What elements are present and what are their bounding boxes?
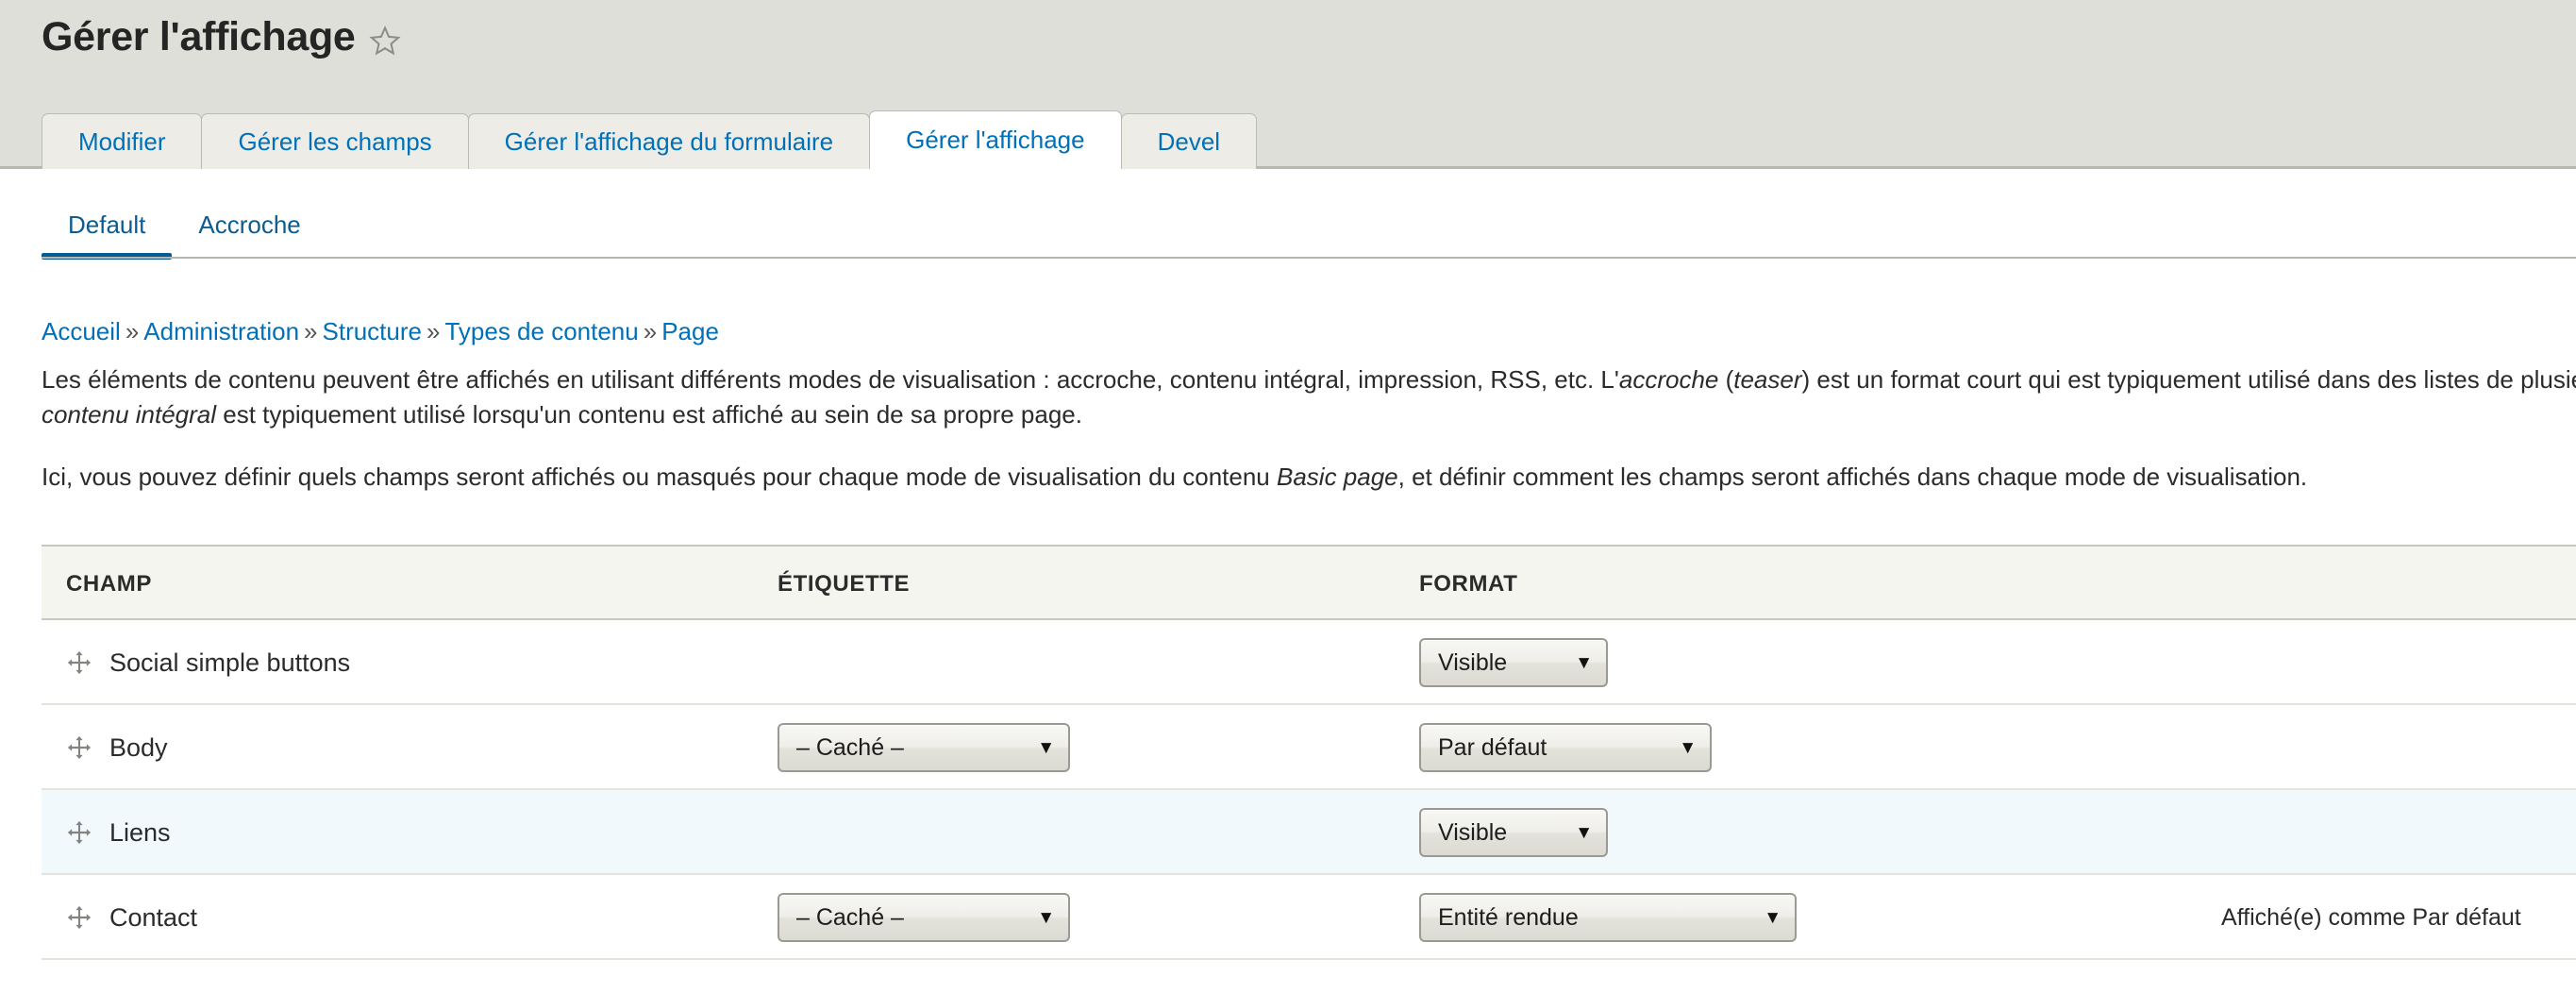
table-row: Body – Caché – ▼ Par défaut ▼ (42, 705, 2576, 790)
format-select[interactable]: Par défaut ▼ (1419, 723, 1712, 772)
breadcrumb-separator: » (643, 317, 658, 345)
tab-gerer-affichage[interactable]: Gérer l'affichage (869, 110, 1122, 169)
star-outline-icon[interactable] (368, 25, 401, 57)
format-select-value: Entité rendue (1438, 903, 1579, 931)
chevron-down-icon: ▼ (1575, 652, 1593, 673)
table-header-row: CHAMP ÉTIQUETTE FORMAT (42, 545, 2576, 620)
subtab-default[interactable]: Default (42, 210, 173, 260)
intro-p1-part-b: ( (1718, 365, 1734, 394)
primary-tabs: Modifier Gérer les champs Gérer l'affich… (42, 110, 1258, 169)
label-select[interactable]: – Caché – ▼ (778, 893, 1070, 942)
breadcrumb-item-types-de-contenu[interactable]: Types de contenu (444, 317, 638, 345)
breadcrumb: Accueil» Administration» Structure» Types d… (42, 317, 719, 346)
intro-p1-emphasis-teaser: teaser (1733, 365, 1802, 394)
secondary-tabs-rule (42, 257, 2576, 259)
intro-p2-part-a: Ici, vous pouvez définir quels champs se… (42, 463, 1277, 491)
intro-p2-emphasis-basic-page: Basic page (1276, 463, 1398, 491)
page-title: Gérer l'affichage (42, 14, 356, 59)
row-format-cell: Visible ▼ (1419, 790, 1608, 875)
field-name-label: Social simple buttons (109, 648, 351, 677)
tab-devel[interactable]: Devel (1120, 113, 1258, 169)
breadcrumb-item-structure[interactable]: Structure (323, 317, 423, 345)
secondary-tabs: Default Accroche (42, 200, 327, 260)
row-label-cell: – Caché – ▼ (778, 705, 1070, 790)
label-select-value: – Caché – (796, 903, 904, 931)
active-tab-baseline-cover (871, 166, 1120, 169)
drag-move-icon[interactable] (66, 734, 92, 761)
breadcrumb-item-accueil[interactable]: Accueil (42, 317, 121, 345)
column-header-champ: CHAMP (66, 571, 152, 597)
tab-modifier[interactable]: Modifier (42, 113, 203, 169)
field-display-table: CHAMP ÉTIQUETTE FORMAT Social simple but… (42, 545, 2576, 960)
intro-p1-part-a: Les éléments de contenu peuvent être aff… (42, 365, 1619, 394)
format-select-value: Visible (1438, 648, 1508, 676)
intro-p1-emphasis-accroche: accroche (1618, 365, 1719, 394)
label-select-value: – Caché – (796, 733, 904, 761)
field-name-label: Liens (109, 817, 171, 847)
row-format-cell: Par défaut ▼ (1419, 705, 1712, 790)
breadcrumb-item-page[interactable]: Page (661, 317, 719, 345)
intro-p1-emphasis-contenu-integral: contenu intégral (42, 399, 217, 429)
intro-p1-part-d: est typiquement utilisé lorsqu'un conten… (216, 399, 1082, 429)
drag-move-icon[interactable] (66, 649, 92, 676)
row-format-cell: Visible ▼ (1419, 620, 1608, 705)
drag-move-icon[interactable] (66, 819, 92, 846)
format-select-value: Visible (1438, 818, 1508, 846)
chevron-down-icon: ▼ (1575, 822, 1593, 843)
drag-move-icon[interactable] (66, 904, 92, 931)
table-row: Social simple buttons Visible ▼ (42, 620, 2576, 705)
tab-gerer-affichage-formulaire[interactable]: Gérer l'affichage du formulaire (467, 113, 871, 169)
chevron-down-icon: ▼ (1037, 907, 1055, 928)
intro-paragraph-1: Les éléments de contenu peuvent être aff… (42, 362, 2576, 432)
format-select[interactable]: Visible ▼ (1419, 808, 1608, 857)
row-field-cell: Contact (66, 875, 197, 960)
field-name-label: Body (109, 732, 168, 762)
intro-p2-part-b: , et définir comment les champs seront a… (1397, 463, 2308, 491)
row-summary: Affiché(e) comme Par défaut (2221, 903, 2521, 931)
breadcrumb-item-administration[interactable]: Administration (143, 317, 299, 345)
format-select[interactable]: Entité rendue ▼ (1419, 893, 1797, 942)
table-row: Liens Visible ▼ (42, 790, 2576, 875)
column-header-format: FORMAT (1419, 571, 1518, 597)
intro-paragraph-2: Ici, vous pouvez définir quels champs se… (42, 460, 2576, 495)
subtab-accroche[interactable]: Accroche (172, 210, 326, 257)
label-select[interactable]: – Caché – ▼ (778, 723, 1070, 772)
table-row: Contact – Caché – ▼ Entité rendue ▼ Affi… (42, 875, 2576, 960)
breadcrumb-separator: » (125, 317, 140, 345)
row-field-cell: Social simple buttons (66, 620, 350, 705)
chevron-down-icon: ▼ (1679, 737, 1697, 758)
chevron-down-icon: ▼ (1037, 737, 1055, 758)
breadcrumb-separator: » (304, 317, 318, 345)
field-name-label: Contact (109, 902, 198, 932)
row-field-cell: Liens (66, 790, 171, 875)
page-title-row: Gérer l'affichage (42, 17, 401, 58)
format-select-value: Par défaut (1438, 733, 1547, 761)
chevron-down-icon: ▼ (1764, 907, 1781, 928)
tab-gerer-les-champs[interactable]: Gérer les champs (201, 113, 469, 169)
row-label-cell: – Caché – ▼ (778, 875, 1070, 960)
intro-p1-part-c: ) est un format court qui est typiquemen… (1801, 365, 2576, 394)
column-header-etiquette: ÉTIQUETTE (778, 571, 911, 597)
format-select[interactable]: Visible ▼ (1419, 638, 1608, 687)
breadcrumb-separator: » (427, 317, 441, 345)
row-field-cell: Body (66, 705, 168, 790)
row-format-cell: Entité rendue ▼ (1419, 875, 1797, 960)
